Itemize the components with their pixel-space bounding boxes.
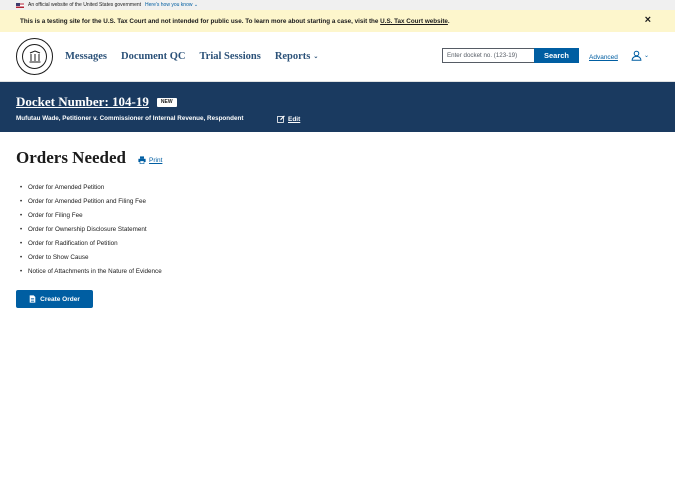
print-button[interactable]: Print	[138, 156, 162, 164]
bullet-icon: •	[20, 241, 23, 247]
nav-document-qc[interactable]: Document QC	[121, 51, 185, 62]
list-item: • Order to Show Cause	[20, 253, 162, 267]
bullet-icon: •	[20, 185, 23, 191]
page-title: Orders Needed	[16, 148, 127, 167]
edit-icon	[277, 115, 285, 123]
tax-court-website-link[interactable]: U.S. Tax Court website	[380, 18, 448, 25]
page-title-row: Orders Needed Print	[16, 148, 162, 168]
orders-needed-list: • Order for Amended Petition • Order for A…	[20, 183, 162, 281]
test-site-banner: This is a testing site for the U.S. Tax …	[0, 10, 675, 32]
edit-caption-button[interactable]: Edit	[277, 115, 300, 123]
order-label: Order for Amended Petition	[28, 184, 105, 191]
official-gov-banner: An official website of the United States…	[0, 0, 675, 10]
heres-how-you-know-link[interactable]: Here’s how you know ⌄	[145, 2, 198, 8]
user-menu-button[interactable]: ⌄	[631, 50, 649, 61]
chevron-down-icon: ⌄	[313, 54, 319, 61]
list-item: • Order for Filing Fee	[20, 211, 162, 225]
list-item: • Order for Ownership Disclosure Statemen…	[20, 225, 162, 239]
chevron-down-icon: ⌄	[644, 53, 650, 59]
site-header: Messages Document QC Trial Sessions Repo…	[0, 32, 675, 82]
list-item: • Order for Amended Petition and Filing F…	[20, 197, 162, 211]
order-label: Order for Filing Fee	[28, 212, 83, 219]
order-label: Order for Amended Petition and Filing Fe…	[28, 198, 146, 205]
heres-how-you-know-label: Here’s how you know	[145, 2, 193, 8]
edit-label: Edit	[288, 115, 301, 123]
bullet-icon: •	[20, 227, 23, 233]
main-nav: Messages Document QC Trial Sessions Repo…	[65, 51, 332, 62]
case-caption: Mufutau Wade, Petitioner v. Commissioner…	[16, 115, 244, 122]
bullet-icon: •	[20, 255, 23, 261]
print-icon	[138, 156, 146, 164]
create-order-button[interactable]: Create Order	[16, 290, 93, 308]
bullet-icon: •	[20, 199, 23, 205]
order-label: Order for Ownership Disclosure Statement	[28, 226, 147, 233]
bullet-icon: •	[20, 213, 23, 219]
tax-court-seal-logo[interactable]	[16, 38, 53, 75]
bullet-icon: •	[20, 269, 23, 275]
nav-messages[interactable]: Messages	[65, 51, 107, 62]
nav-reports-label: Reports	[274, 51, 311, 62]
docket-number-title[interactable]: Docket Number: 104-19	[16, 94, 149, 110]
list-item: • Order for Amended Petition	[20, 183, 162, 197]
nav-trial-sessions[interactable]: Trial Sessions	[199, 51, 260, 62]
print-label: Print	[149, 156, 163, 164]
document-icon	[29, 295, 36, 303]
list-item: • Notice of Attachments in the Nature of …	[20, 267, 162, 281]
gov-banner-text: An official website of the United States…	[28, 2, 142, 8]
user-icon	[631, 50, 642, 61]
docket-header: Docket Number: 104-19 NEW Mufutau Wade, …	[0, 82, 675, 132]
test-banner-suffix: .	[447, 17, 450, 25]
nav-reports[interactable]: Reports ⌄	[275, 51, 319, 62]
seal-emblem-icon	[29, 49, 40, 62]
create-order-label: Create Order	[40, 295, 80, 303]
test-banner-text: This is a testing site for the U.S. Tax …	[20, 17, 381, 25]
order-label: Notice of Attachments in the Nature of E…	[28, 268, 162, 275]
search-button[interactable]: Search	[534, 48, 579, 63]
docket-search-input[interactable]	[442, 48, 534, 63]
chevron-down-icon: ⌄	[193, 2, 199, 8]
new-status-badge: NEW	[156, 97, 177, 107]
advanced-search-link[interactable]: Advanced	[589, 54, 618, 61]
close-banner-icon[interactable]: ×	[645, 15, 651, 26]
docket-search: Search	[442, 48, 579, 63]
us-flag-icon	[16, 2, 24, 8]
order-label: Order to Show Cause	[28, 254, 89, 261]
list-item: • Order for Radification of Petition	[20, 239, 162, 253]
order-label: Order for Radification of Petition	[28, 240, 118, 247]
